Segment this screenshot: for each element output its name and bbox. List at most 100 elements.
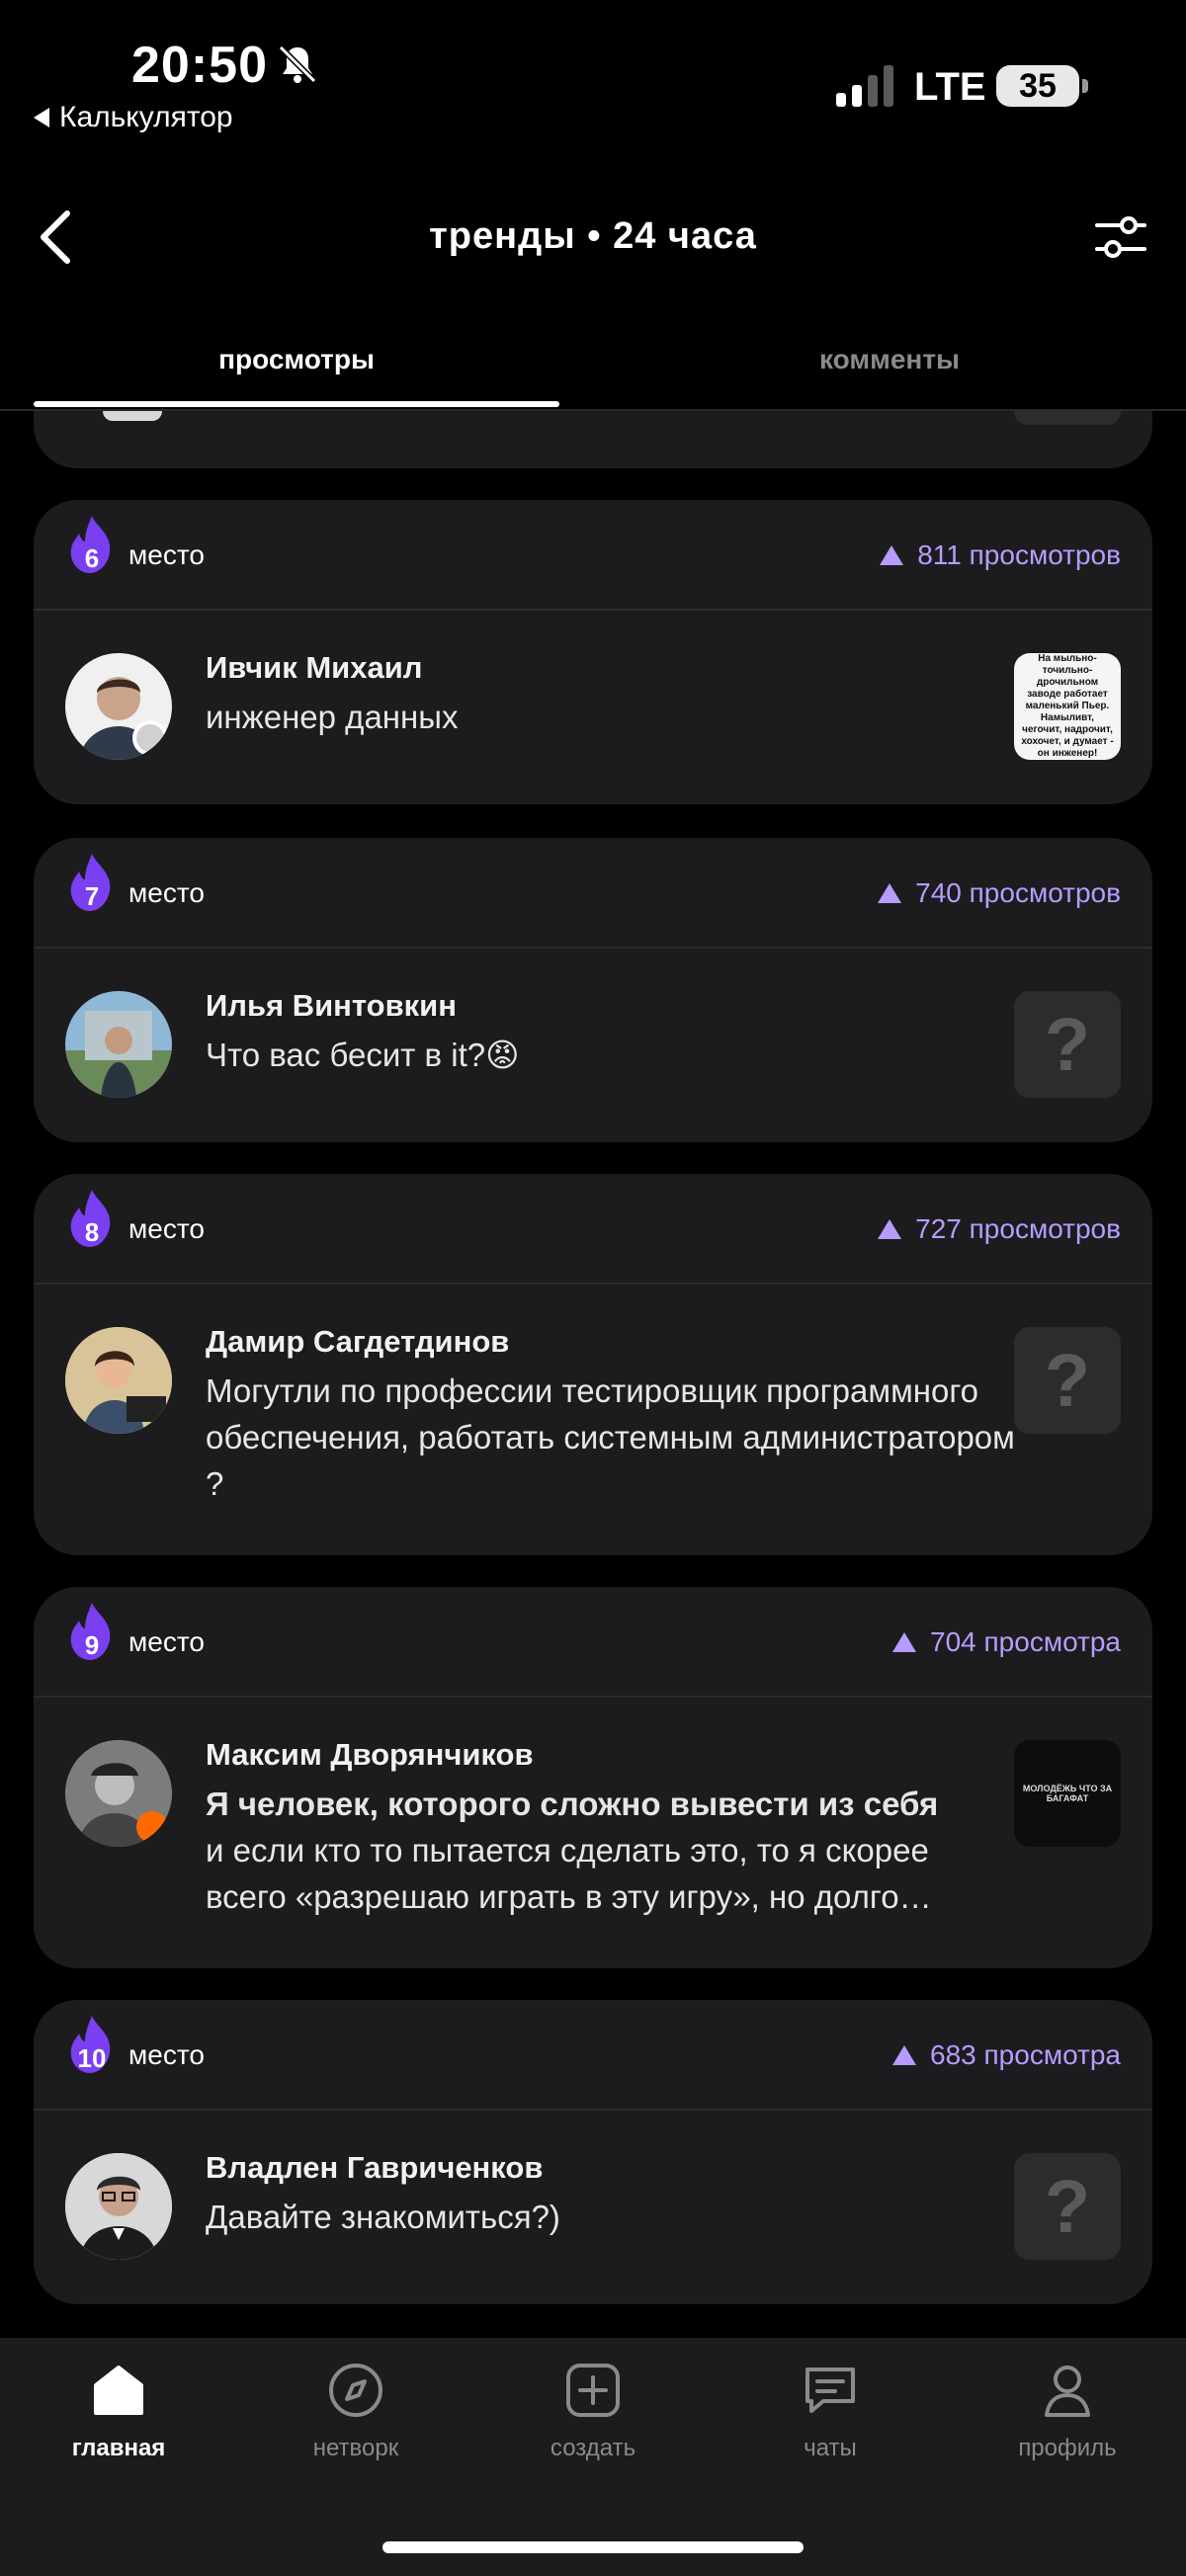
nav-network[interactable]: нетворк bbox=[237, 2362, 474, 2462]
rank-number: 9 bbox=[84, 1630, 100, 1660]
post-thumbnail-placeholder[interactable]: ? bbox=[1014, 991, 1121, 1098]
avatar[interactable] bbox=[65, 991, 172, 1098]
card-header: 7 место 740 просмотров bbox=[34, 838, 1152, 949]
avatar[interactable] bbox=[65, 653, 172, 760]
author-name[interactable]: Дамир Сагдетдинов bbox=[206, 1324, 509, 1360]
plus-square-icon bbox=[566, 2364, 620, 2417]
rank-badge: 9 bbox=[65, 1601, 119, 1664]
author-name[interactable]: Максим Дворянчиков bbox=[206, 1737, 534, 1773]
cellular-signal-icon bbox=[836, 65, 893, 107]
triangle-up-icon bbox=[892, 2045, 917, 2065]
thumbnail bbox=[1014, 411, 1121, 425]
tab-active-indicator bbox=[34, 401, 559, 407]
avatar bbox=[103, 411, 162, 421]
nav-label: чаты bbox=[804, 2435, 857, 2461]
thumbnail-text: МОЛОДЁЖЬ ЧТО ЗА БАГАФАТ bbox=[1022, 1784, 1113, 1803]
back-app-label: Калькулятор bbox=[59, 101, 233, 133]
post-thumbnail-placeholder[interactable]: ? bbox=[1014, 1327, 1121, 1434]
back-to-app[interactable]: Калькулятор bbox=[34, 101, 233, 134]
status-bar: 20:50 Калькулятор LTE 35 bbox=[0, 0, 1186, 148]
views-count: 740 просмотров bbox=[878, 877, 1121, 909]
views-text: 683 просмотра bbox=[930, 2039, 1121, 2070]
views-count: 683 просмотра bbox=[892, 2039, 1121, 2071]
bell-muted-icon bbox=[278, 44, 317, 84]
place-label: место bbox=[128, 1213, 205, 1244]
filter-sliders-icon[interactable] bbox=[1093, 209, 1148, 265]
chat-icon bbox=[805, 2368, 855, 2413]
rank-badge: 7 bbox=[65, 852, 119, 915]
place-label: место bbox=[128, 877, 205, 908]
tab-bar: просмотры комменты bbox=[0, 326, 1186, 411]
post-text: Давайте знакомиться?) bbox=[206, 2199, 560, 2235]
post-thumbnail[interactable]: МОЛОДЁЖЬ ЧТО ЗА БАГАФАТ bbox=[1014, 1740, 1121, 1847]
post-body: и если кто то пытается сделать это, то я… bbox=[206, 1832, 932, 1915]
post-thumbnail-placeholder[interactable]: ? bbox=[1014, 2153, 1121, 2260]
rank-badge: 6 bbox=[65, 514, 119, 577]
card-header: 10 место 683 просмотра bbox=[34, 2000, 1152, 2111]
views-text: 811 просмотров bbox=[917, 540, 1121, 570]
avatar[interactable] bbox=[65, 1327, 172, 1434]
battery-level: 35 bbox=[1019, 66, 1057, 105]
nav-label: нетворк bbox=[312, 2435, 399, 2461]
trend-card-10[interactable]: 10 место 683 просмотра Владлен Гавриченк… bbox=[34, 2000, 1152, 2304]
trend-card-6[interactable]: 6 место 811 просмотров Ивчик Михаил инже… bbox=[34, 500, 1152, 804]
views-text: 727 просмотров bbox=[915, 1213, 1121, 1244]
status-time: 20:50 bbox=[131, 37, 268, 94]
triangle-up-icon bbox=[880, 545, 904, 565]
rank-badge: 10 bbox=[65, 2014, 119, 2077]
question-mark-icon: ? bbox=[1044, 1338, 1091, 1423]
rank-number: 8 bbox=[84, 1217, 100, 1247]
nav-home[interactable]: главная bbox=[0, 2362, 237, 2462]
nav-label: профиль bbox=[1018, 2435, 1117, 2461]
post-thumbnail[interactable]: На мыльно-точильно-дрочильном заводе раб… bbox=[1014, 653, 1121, 760]
avatar[interactable] bbox=[65, 2153, 172, 2260]
thumbnail-text: На мыльно-точильно-дрочильном заводе раб… bbox=[1021, 653, 1114, 759]
author-name[interactable]: Владлен Гавриченков bbox=[206, 2150, 543, 2186]
network-type: LTE bbox=[914, 65, 986, 109]
rank-number: 7 bbox=[84, 881, 100, 911]
post-text: Я человек, которого сложно вывести из се… bbox=[206, 1781, 1016, 1920]
views-count: 704 просмотра bbox=[892, 1626, 1121, 1658]
back-triangle-icon bbox=[34, 108, 49, 127]
nav-label: создать bbox=[550, 2435, 636, 2461]
views-text: 740 просмотров bbox=[915, 877, 1121, 908]
bottom-nav: главная нетворк создать чаты профиль bbox=[0, 2338, 1186, 2576]
rank-number: 10 bbox=[77, 2043, 107, 2073]
card-header: 6 место 811 просмотров bbox=[34, 500, 1152, 611]
tab-comments[interactable]: комменты bbox=[593, 344, 1186, 375]
triangle-up-icon bbox=[878, 1219, 902, 1239]
triangle-up-icon bbox=[878, 883, 902, 903]
nav-profile[interactable]: профиль bbox=[949, 2362, 1186, 2462]
trend-card-8[interactable]: 8 место 727 просмотров Дамир Сагдетдинов… bbox=[34, 1174, 1152, 1555]
post-text: Что вас бесит в it?😡 bbox=[206, 1037, 520, 1073]
battery-cap bbox=[1082, 79, 1088, 93]
trend-card-7[interactable]: 7 место 740 просмотров Илья Винтовкин Чт… bbox=[34, 838, 1152, 1142]
home-indicator[interactable] bbox=[382, 2541, 804, 2553]
views-count: 727 просмотров bbox=[878, 1213, 1121, 1245]
list-item-partial[interactable] bbox=[34, 411, 1152, 468]
card-header: 8 место 727 просмотров bbox=[34, 1174, 1152, 1285]
author-name[interactable]: Илья Винтовкин bbox=[206, 988, 457, 1024]
question-mark-icon: ? bbox=[1044, 2164, 1091, 2249]
author-name[interactable]: Ивчик Михаил bbox=[206, 650, 422, 686]
place-label: место bbox=[128, 2039, 205, 2070]
triangle-up-icon bbox=[892, 1632, 917, 1652]
page-title: тренды • 24 часа bbox=[429, 215, 757, 257]
tab-views[interactable]: просмотры bbox=[0, 344, 593, 375]
rank-badge: 8 bbox=[65, 1188, 119, 1251]
nav-chats[interactable]: чаты bbox=[712, 2362, 949, 2462]
question-mark-icon: ? bbox=[1044, 1002, 1091, 1087]
place-label: место bbox=[128, 1626, 205, 1657]
views-count: 811 просмотров bbox=[880, 540, 1121, 571]
home-icon bbox=[94, 2366, 143, 2415]
avatar[interactable] bbox=[65, 1740, 172, 1847]
place-label: место bbox=[128, 540, 205, 570]
top-header: тренды • 24 часа bbox=[0, 188, 1186, 287]
nav-create[interactable]: создать bbox=[474, 2362, 712, 2462]
views-text: 704 просмотра bbox=[930, 1626, 1121, 1657]
post-text: инженер данных bbox=[206, 699, 459, 735]
rank-number: 6 bbox=[84, 543, 100, 573]
compass-icon bbox=[329, 2364, 382, 2417]
post-text: Могутли по профессии тестировщик програм… bbox=[206, 1372, 1015, 1502]
trend-card-9[interactable]: 9 место 704 просмотра Максим Дворянчиков… bbox=[34, 1587, 1152, 1968]
